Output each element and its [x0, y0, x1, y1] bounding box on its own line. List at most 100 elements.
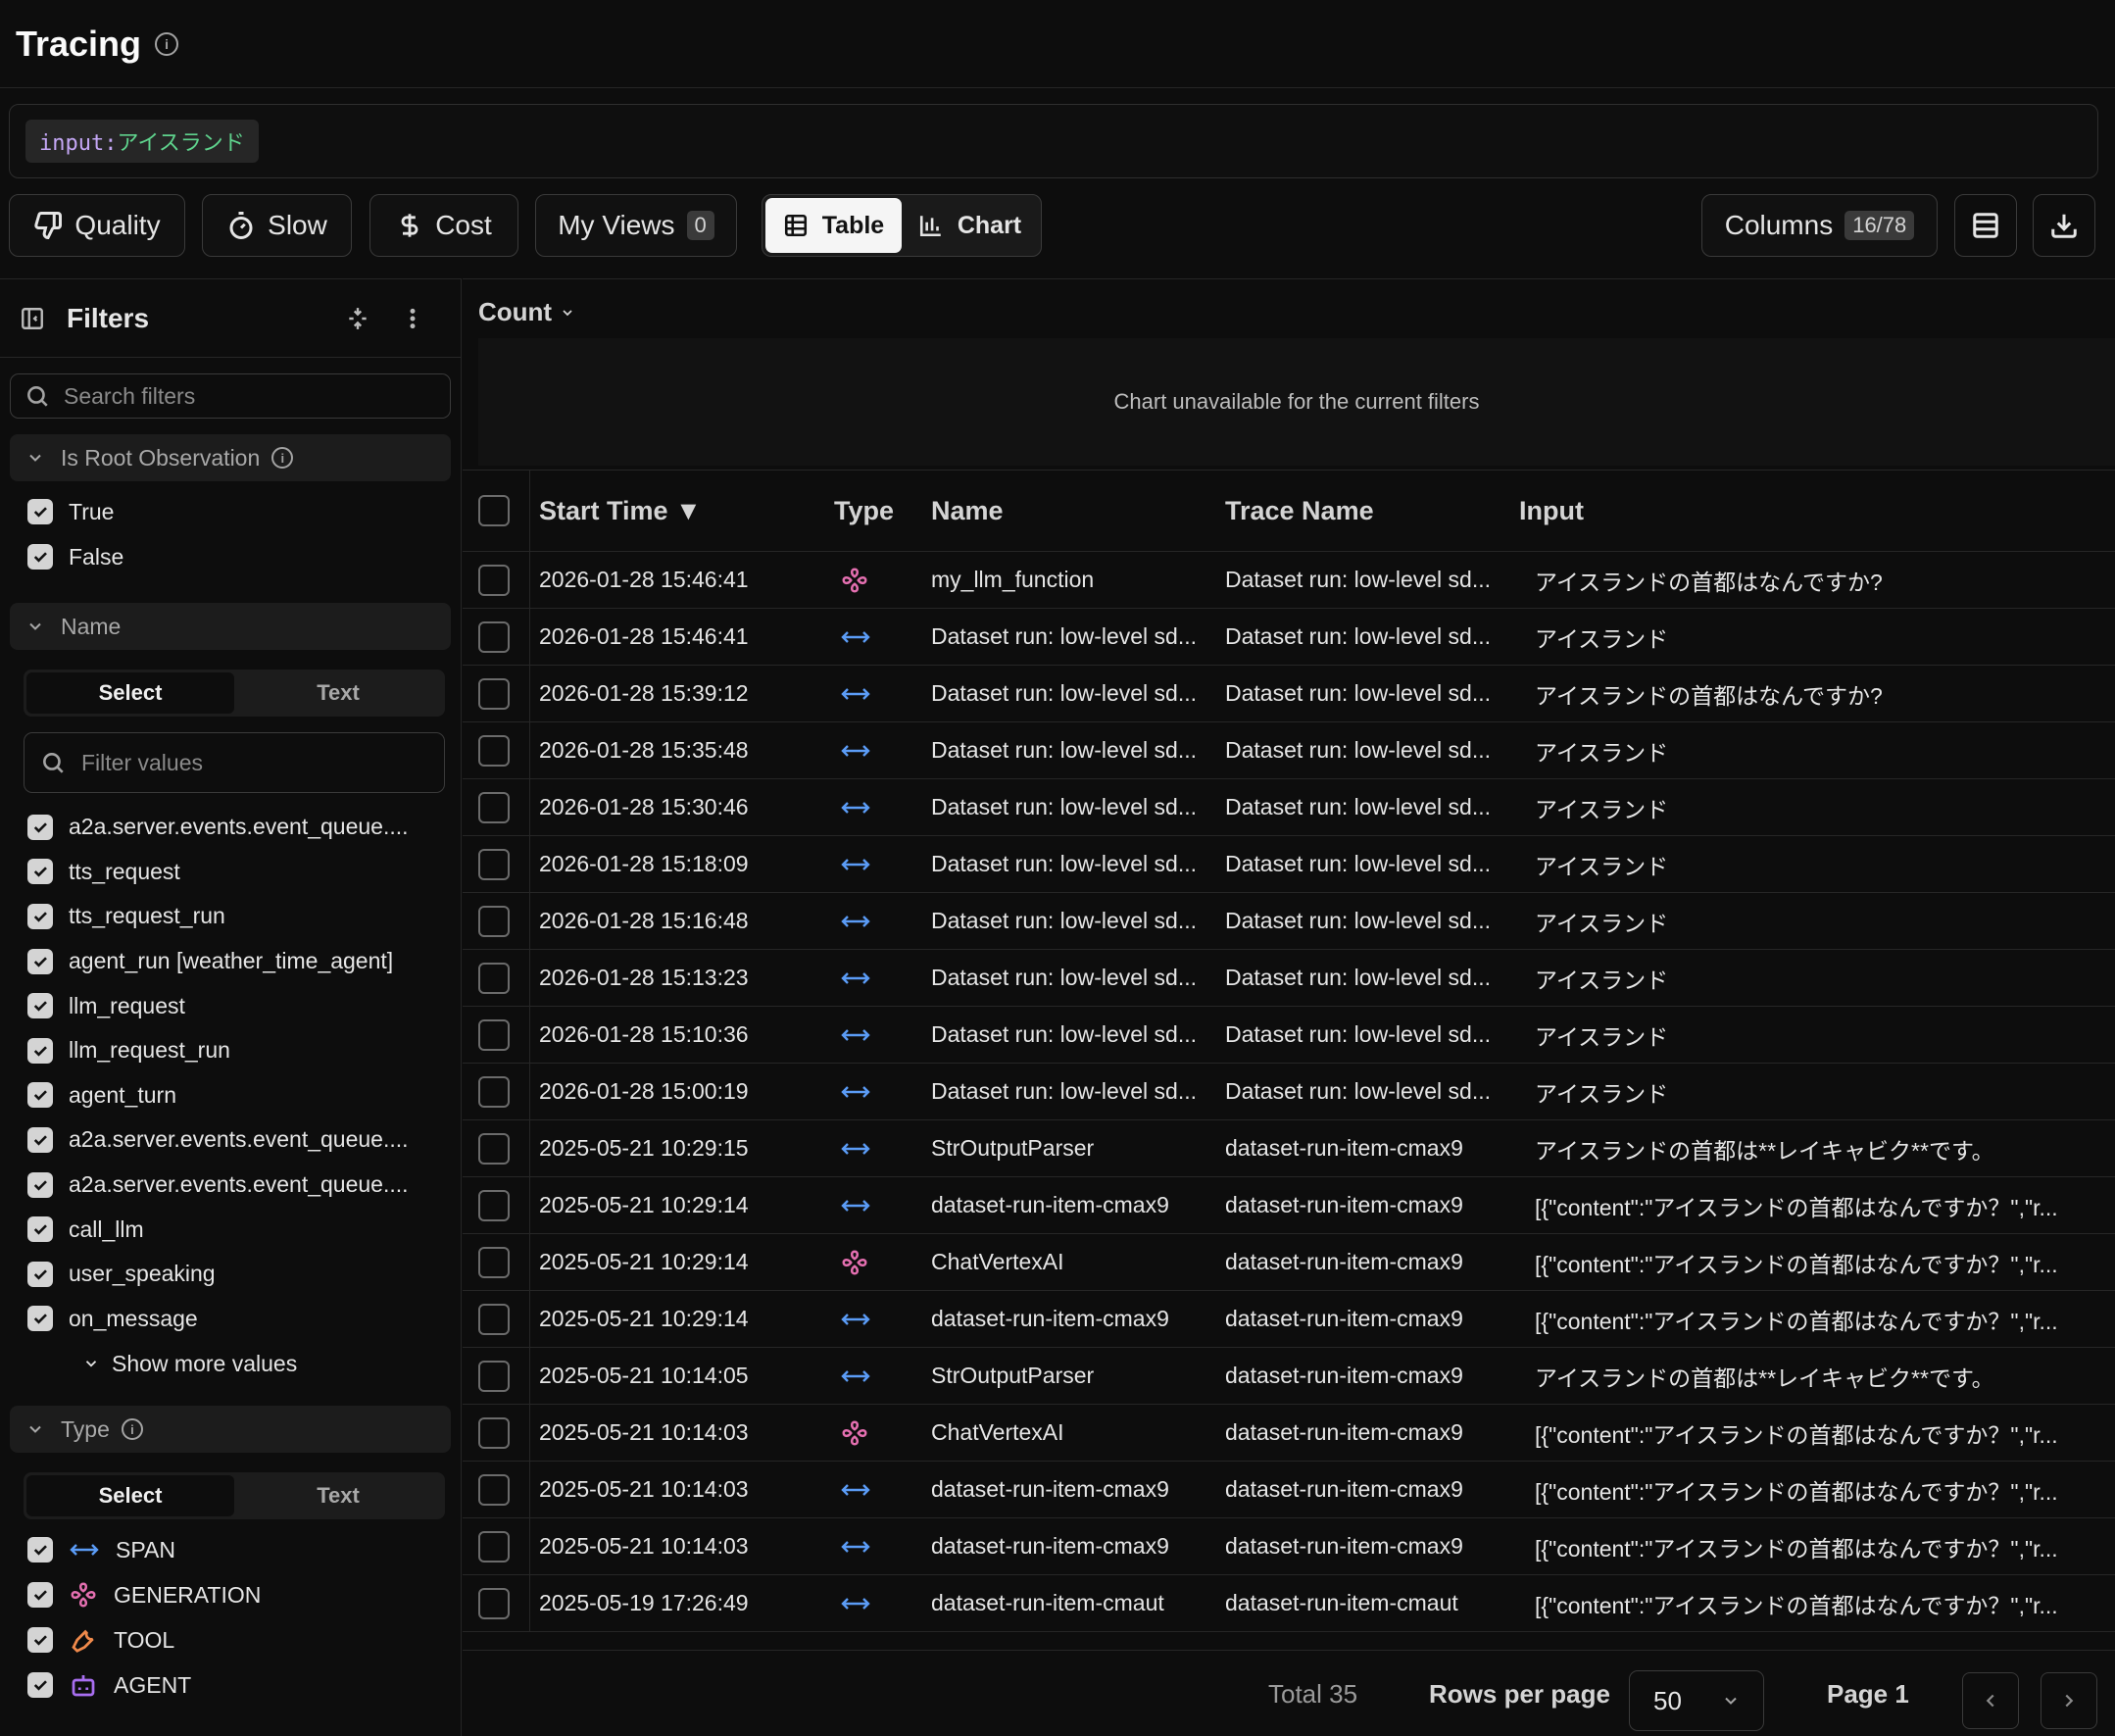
- row-checkbox[interactable]: [478, 848, 510, 880]
- checkbox[interactable]: [27, 1627, 53, 1654]
- section-is-root-observation[interactable]: Is Root Observation i: [10, 434, 451, 481]
- row-checkbox[interactable]: [478, 564, 510, 596]
- cell-name[interactable]: dataset-run-item-cmaut: [931, 1575, 1164, 1631]
- cell-trace-name[interactable]: Dataset run: low-level sd...: [1225, 1007, 1491, 1063]
- collapse-all-icon[interactable]: [345, 306, 370, 331]
- cell-trace-name[interactable]: dataset-run-item-cmax9: [1225, 1348, 1463, 1404]
- filter-option[interactable]: TOOL: [0, 1617, 461, 1662]
- my-views-button[interactable]: My Views 0: [535, 194, 737, 257]
- column-trace-name[interactable]: Trace Name: [1225, 471, 1374, 551]
- table-row[interactable]: 2025-05-21 10:29:14 ChatVertexAI dataset-r…: [463, 1234, 2115, 1291]
- filter-option[interactable]: SPAN: [0, 1527, 461, 1572]
- checkbox[interactable]: [27, 1672, 53, 1699]
- cell-trace-name[interactable]: Dataset run: low-level sd...: [1225, 950, 1491, 1006]
- row-checkbox[interactable]: [478, 1303, 510, 1335]
- quality-button[interactable]: Quality: [9, 194, 185, 257]
- table-row[interactable]: 2026-01-28 15:35:48 Dataset run: low-leve…: [463, 722, 2115, 779]
- cell-trace-name[interactable]: dataset-run-item-cmax9: [1225, 1177, 1463, 1233]
- cell-trace-name[interactable]: dataset-run-item-cmaut: [1225, 1575, 1458, 1631]
- row-checkbox[interactable]: [478, 1075, 510, 1108]
- filter-option[interactable]: a2a.server.events.event_queue....: [0, 1163, 461, 1208]
- cell-name[interactable]: Dataset run: low-level sd...: [931, 722, 1197, 778]
- checkbox[interactable]: [27, 993, 53, 1019]
- checkbox[interactable]: [27, 544, 53, 570]
- section-type[interactable]: Type i: [10, 1406, 451, 1454]
- table-row[interactable]: 2025-05-21 10:14:03 dataset-run-item-cmax…: [463, 1518, 2115, 1575]
- checkbox[interactable]: [27, 1582, 53, 1609]
- cell-trace-name[interactable]: dataset-run-item-cmax9: [1225, 1405, 1463, 1461]
- checkbox[interactable]: [27, 948, 53, 974]
- table-row[interactable]: 2026-01-28 15:13:23 Dataset run: low-leve…: [463, 950, 2115, 1007]
- row-checkbox[interactable]: [478, 1587, 510, 1619]
- table-row[interactable]: 2026-01-28 15:39:12 Dataset run: low-leve…: [463, 666, 2115, 722]
- filter-option[interactable]: agent_run [weather_time_agent]: [0, 939, 461, 984]
- cell-name[interactable]: Dataset run: low-level sd...: [931, 893, 1197, 949]
- filter-option[interactable]: llm_request_run: [0, 1028, 461, 1073]
- cell-name[interactable]: Dataset run: low-level sd...: [931, 609, 1197, 665]
- table-row[interactable]: 2025-05-21 10:29:15 StrOutputParser datase…: [463, 1120, 2115, 1177]
- filter-option[interactable]: call_llm: [0, 1207, 461, 1252]
- cost-button[interactable]: Cost: [369, 194, 518, 257]
- row-checkbox[interactable]: [478, 1360, 510, 1392]
- column-input[interactable]: Input: [1519, 471, 1584, 551]
- table-row[interactable]: 2025-05-21 10:29:14 dataset-run-item-cmax…: [463, 1177, 2115, 1234]
- cell-trace-name[interactable]: dataset-run-item-cmax9: [1225, 1120, 1463, 1176]
- checkbox[interactable]: [27, 1037, 53, 1064]
- column-name[interactable]: Name: [931, 471, 1004, 551]
- cell-name[interactable]: my_llm_function: [931, 552, 1094, 608]
- filter-option[interactable]: tts_request: [0, 850, 461, 895]
- cell-name[interactable]: dataset-run-item-cmax9: [931, 1291, 1169, 1347]
- table-row[interactable]: 2026-01-28 15:16:48 Dataset run: low-leve…: [463, 893, 2115, 950]
- row-checkbox[interactable]: [478, 905, 510, 937]
- cell-name[interactable]: Dataset run: low-level sd...: [931, 950, 1197, 1006]
- panel-collapse-icon[interactable]: [20, 306, 45, 331]
- checkbox[interactable]: [27, 1261, 53, 1287]
- filter-option[interactable]: True: [0, 489, 461, 534]
- checkbox[interactable]: [27, 859, 53, 885]
- table-row[interactable]: 2026-01-28 15:18:09 Dataset run: low-leve…: [463, 836, 2115, 893]
- checkbox[interactable]: [27, 1126, 53, 1153]
- checkbox[interactable]: [27, 499, 53, 524]
- checkbox[interactable]: [27, 1171, 53, 1198]
- cell-trace-name[interactable]: Dataset run: low-level sd...: [1225, 836, 1491, 892]
- next-page-button[interactable]: [2041, 1672, 2097, 1729]
- cell-name[interactable]: dataset-run-item-cmax9: [931, 1518, 1169, 1574]
- table-row[interactable]: 2026-01-28 15:10:36 Dataset run: low-leve…: [463, 1007, 2115, 1064]
- column-start-time[interactable]: Start Time ▼: [539, 471, 702, 551]
- cell-name[interactable]: dataset-run-item-cmax9: [931, 1177, 1169, 1233]
- cell-trace-name[interactable]: dataset-run-item-cmax9: [1225, 1462, 1463, 1517]
- row-checkbox[interactable]: [478, 1018, 510, 1051]
- cell-name[interactable]: Dataset run: low-level sd...: [931, 1007, 1197, 1063]
- section-name[interactable]: Name: [10, 603, 451, 650]
- checkbox[interactable]: [27, 1216, 53, 1243]
- filter-option[interactable]: AGENT: [0, 1662, 461, 1708]
- row-checkbox[interactable]: [478, 734, 510, 767]
- row-checkbox[interactable]: [478, 1246, 510, 1278]
- filter-option[interactable]: False: [0, 534, 461, 579]
- cell-name[interactable]: ChatVertexAI: [931, 1234, 1064, 1290]
- row-checkbox[interactable]: [478, 791, 510, 823]
- cell-trace-name[interactable]: Dataset run: low-level sd...: [1225, 666, 1491, 721]
- checkbox[interactable]: [27, 1537, 53, 1563]
- mode-text-tab[interactable]: Text: [234, 672, 442, 714]
- rows-per-page-select[interactable]: 50: [1629, 1670, 1764, 1731]
- slow-button[interactable]: Slow: [202, 194, 352, 257]
- metric-select[interactable]: Count: [478, 297, 575, 327]
- row-checkbox[interactable]: [478, 1473, 510, 1506]
- table-row[interactable]: 2025-05-21 10:14:03 ChatVertexAI dataset-r…: [463, 1405, 2115, 1462]
- cell-trace-name[interactable]: dataset-run-item-cmax9: [1225, 1291, 1463, 1347]
- filter-option[interactable]: user_speaking: [0, 1252, 461, 1297]
- cell-trace-name[interactable]: Dataset run: low-level sd...: [1225, 893, 1491, 949]
- cell-name[interactable]: Dataset run: low-level sd...: [931, 666, 1197, 721]
- table-row[interactable]: 2025-05-21 10:14:05 StrOutputParser datase…: [463, 1348, 2115, 1405]
- cell-name[interactable]: dataset-run-item-cmax9: [931, 1462, 1169, 1517]
- table-row[interactable]: 2025-05-21 10:14:03 dataset-run-item-cmax…: [463, 1462, 2115, 1518]
- query-chip[interactable]: input:アイスランド: [25, 120, 259, 163]
- row-checkbox[interactable]: [478, 962, 510, 994]
- filter-option[interactable]: tts_request_run: [0, 894, 461, 939]
- show-more-button[interactable]: Show more values: [0, 1341, 461, 1386]
- download-button[interactable]: [2033, 194, 2095, 257]
- mode-text-tab[interactable]: Text: [234, 1475, 442, 1516]
- table-row[interactable]: 2025-05-21 10:29:14 dataset-run-item-cmax…: [463, 1291, 2115, 1348]
- row-checkbox[interactable]: [478, 1189, 510, 1221]
